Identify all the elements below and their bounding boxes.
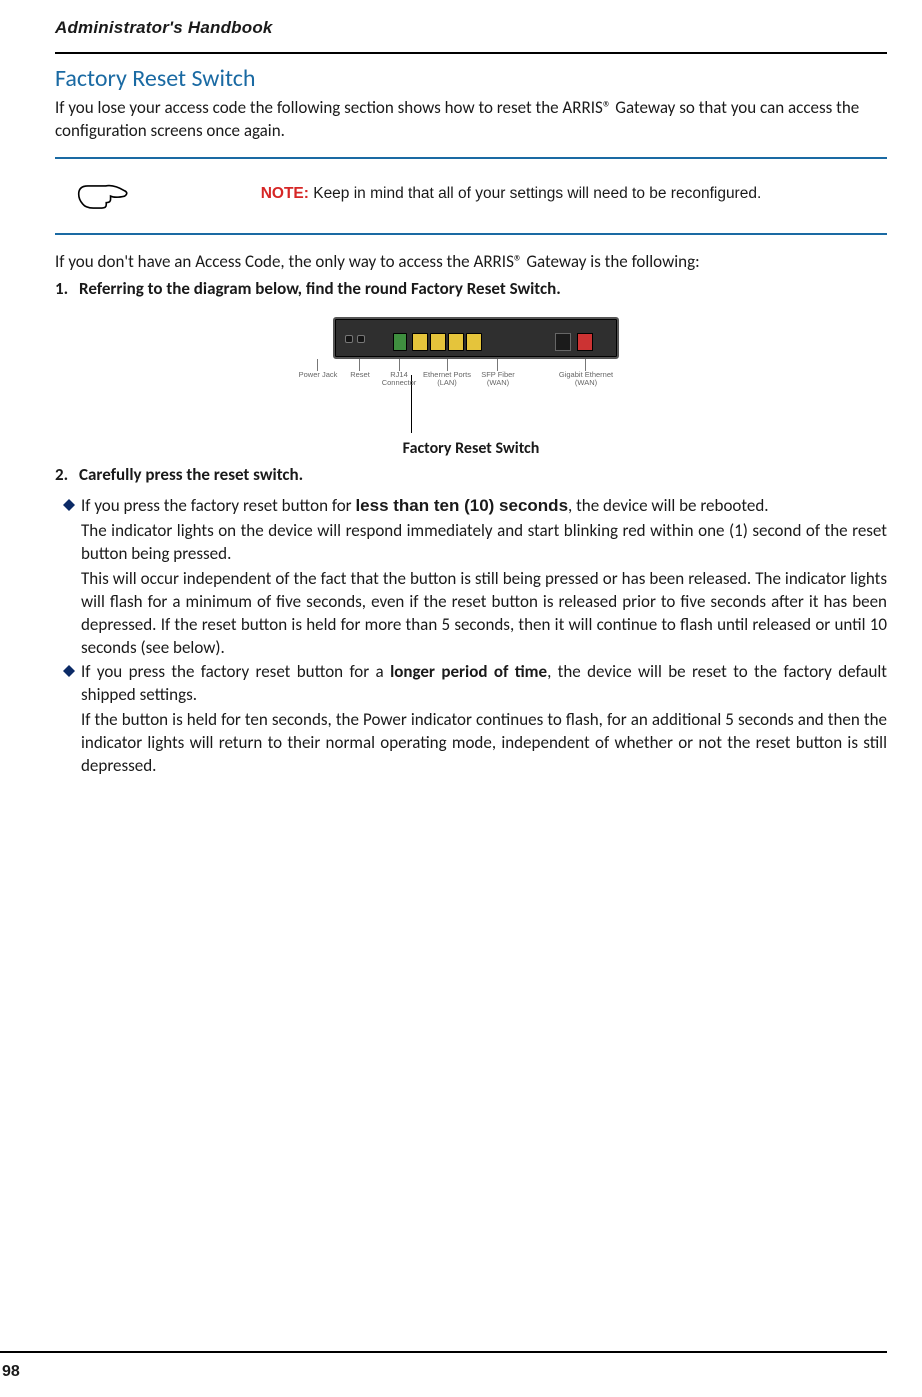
section-intro: If you lose your access code the followi… (55, 97, 887, 143)
diamond-bullet-icon (57, 495, 81, 660)
rj14-port-icon (393, 333, 407, 351)
label-eth: Ethernet Ports (LAN) (423, 371, 471, 387)
step-2-text: Carefully press the reset switch. (79, 464, 887, 485)
step-1-number: 1. (55, 278, 79, 299)
b2-p2: If the button is held for ten seconds, t… (81, 709, 887, 778)
pointing-hand-icon (63, 177, 143, 211)
b1-bold: less than ten (10) seconds (355, 496, 568, 515)
label-sfp: SFP Fiber (WAN) (473, 371, 523, 387)
reset-hole-icon (357, 335, 365, 343)
step-1: 1. Referring to the diagram below, find … (55, 278, 887, 299)
note-body: Keep in mind that all of your settings w… (309, 185, 761, 202)
bullet-2: If you press the factory reset button fo… (57, 661, 887, 778)
step-2: 2. Carefully press the reset switch. (55, 464, 887, 485)
ports-mid (393, 329, 505, 351)
eth-port-icon (430, 333, 446, 351)
diamond-bullet-icon (57, 661, 81, 778)
lead-in: If you don't have an Access Code, the on… (55, 251, 887, 272)
bullet-1: If you press the factory reset button fo… (57, 495, 887, 660)
label-wan: Gigabit Ethernet (WAN) (551, 371, 621, 387)
note-text: NOTE: Keep in mind that all of your sett… (143, 185, 879, 203)
b2-lead: If you press the factory reset button fo… (81, 661, 390, 682)
step-2-number: 2. (55, 464, 79, 485)
step-1-text: Referring to the diagram below, find the… (79, 278, 887, 299)
header-rule (55, 52, 887, 54)
label-reset: Reset (345, 371, 375, 379)
bullet-1-body: If you press the factory reset button fo… (81, 495, 887, 660)
label-power: Power Jack (295, 371, 341, 379)
ports-right (555, 329, 595, 351)
label-rj14: RJ14 Connector (377, 371, 421, 387)
eth-port-icon (448, 333, 464, 351)
ports-left (345, 329, 373, 351)
b1-tail: , the device will be rebooted. (568, 495, 769, 516)
running-head: Administrator's Handbook (55, 18, 887, 38)
b2-bold: longer period of time (390, 661, 547, 682)
diagram-caption: Factory Reset Switch (403, 439, 540, 458)
note-block: NOTE: Keep in mind that all of your sett… (55, 157, 887, 235)
footer-rule (0, 1351, 887, 1353)
page-number: 98 (2, 1363, 20, 1381)
bullet-2-body: If you press the factory reset button fo… (81, 661, 887, 778)
device-diagram: Power Jack Reset RJ14 Connector Ethernet… (303, 317, 639, 407)
power-jack-icon (345, 335, 353, 343)
diagram: Power Jack Reset RJ14 Connector Ethernet… (55, 317, 887, 458)
device-panel (333, 317, 619, 359)
section-title: Factory Reset Switch (55, 64, 887, 93)
b1-p3: This will occur independent of the fact … (81, 568, 887, 660)
eth-port-icon (466, 333, 482, 351)
note-label: NOTE: (261, 185, 309, 202)
eth-port-icon (412, 333, 428, 351)
b1-lead: If you press the factory reset button fo… (81, 495, 355, 516)
page: Administrator's Handbook Factory Reset S… (0, 0, 922, 1397)
wan-port-icon (577, 333, 593, 351)
sfp-port-icon (555, 333, 571, 351)
b1-p2: The indicator lights on the device will … (81, 520, 887, 566)
